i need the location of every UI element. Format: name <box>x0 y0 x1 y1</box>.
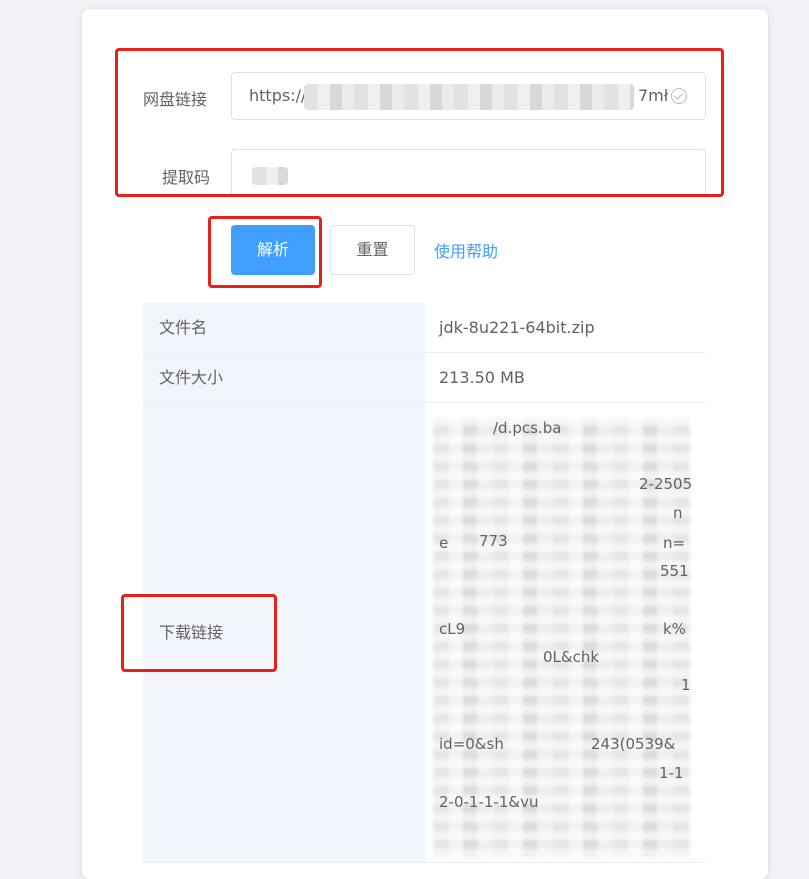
link-fragment: e <box>439 534 449 552</box>
link-fragment: 773 <box>479 532 508 550</box>
highlight-box-download <box>121 594 277 672</box>
link-fragment: k% <box>663 620 686 638</box>
link-fragment: 2-2505 <box>639 475 693 493</box>
table-value-filename: jdk-8u221-64bit.zip <box>425 303 706 353</box>
link-fragment: n= <box>663 534 686 552</box>
table-label-filesize: 文件大小 <box>143 353 425 403</box>
link-fragment: cL9 <box>439 620 466 638</box>
table-label-filename: 文件名 <box>143 303 425 353</box>
link-fragment: 0L&chk <box>543 648 600 666</box>
highlight-box-parse <box>208 216 322 288</box>
table-value-filesize: 213.50 MB <box>425 353 706 403</box>
highlight-box-inputs <box>115 48 724 197</box>
link-fragment: 1 <box>681 676 691 694</box>
result-table: 文件名 jdk-8u221-64bit.zip 文件大小 213.50 MB 下… <box>143 303 706 863</box>
link-fragment: 2-0-1-1-1&vu <box>439 793 539 811</box>
help-link[interactable]: 使用帮助 <box>434 238 498 262</box>
link-fragment: 243(0539& <box>591 735 676 753</box>
link-fragment: /d.pcs.ba <box>493 419 562 437</box>
reset-button[interactable]: 重置 <box>330 225 415 275</box>
link-fragment: id=0&sh <box>439 735 504 753</box>
link-fragment: n <box>673 504 683 522</box>
link-fragment: 551 <box>660 562 689 580</box>
link-fragment: 1-1 <box>659 764 684 782</box>
